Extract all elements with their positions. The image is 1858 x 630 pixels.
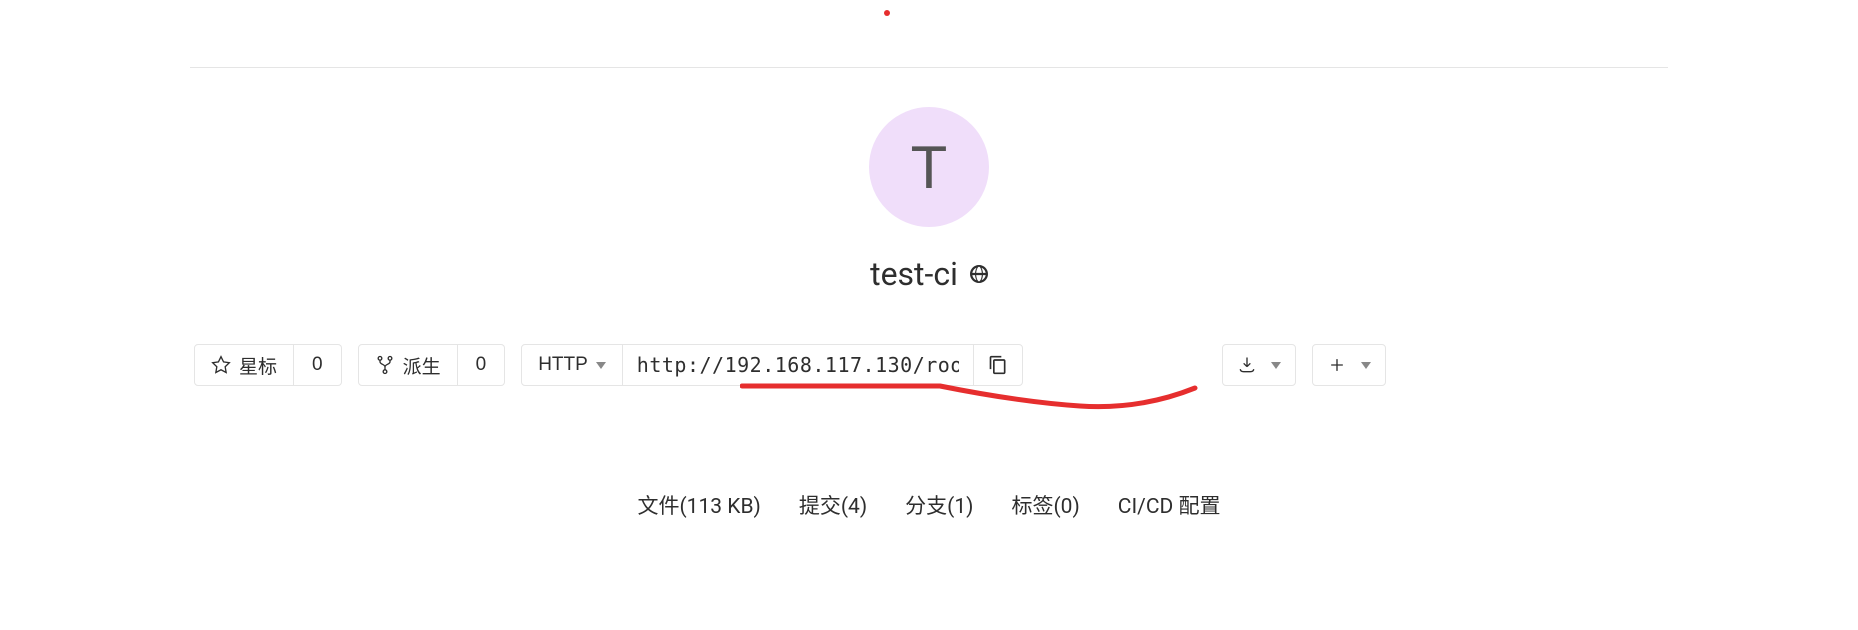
- stat-commits[interactable]: 提交(4): [799, 490, 867, 520]
- stat-branches[interactable]: 分支(1): [905, 490, 973, 520]
- project-header: T test-ci: [0, 107, 1858, 293]
- plus-icon: [1327, 355, 1347, 375]
- fork-icon: [375, 355, 395, 375]
- star-icon: [211, 355, 231, 375]
- star-group: 星标 0: [194, 344, 342, 386]
- star-count[interactable]: 0: [294, 344, 342, 386]
- clone-group: HTTP: [521, 344, 1023, 386]
- annotation-dot: [884, 10, 890, 16]
- project-name: test-ci: [870, 255, 958, 293]
- visibility-icon-wrap: [970, 265, 988, 283]
- copy-url-button[interactable]: [973, 344, 1023, 386]
- project-avatar: T: [869, 107, 989, 227]
- download-button[interactable]: [1222, 344, 1296, 386]
- stats-row: 文件(113 KB) 提交(4) 分支(1) 标签(0) CI/CD 配置: [0, 490, 1858, 520]
- top-divider: [190, 67, 1668, 68]
- star-label: 星标: [239, 352, 277, 379]
- protocol-label: HTTP: [538, 354, 588, 376]
- right-toolbar: [1222, 344, 1386, 386]
- fork-group: 派生 0: [358, 344, 506, 386]
- chevron-down-icon: [596, 362, 606, 369]
- red-annotation-underline: [740, 382, 1200, 422]
- globe-icon: [970, 265, 988, 283]
- stat-files[interactable]: 文件(113 KB): [637, 490, 760, 520]
- chevron-down-icon: [1361, 362, 1371, 369]
- project-name-row: test-ci: [870, 255, 988, 293]
- download-group: [1222, 344, 1296, 386]
- add-button[interactable]: [1312, 344, 1386, 386]
- avatar-letter: T: [911, 133, 948, 202]
- fork-button[interactable]: 派生: [358, 344, 458, 386]
- stat-tags[interactable]: 标签(0): [1011, 490, 1079, 520]
- stat-cicd[interactable]: CI/CD 配置: [1118, 490, 1221, 520]
- fork-count[interactable]: 0: [458, 344, 506, 386]
- protocol-dropdown[interactable]: HTTP: [521, 344, 623, 386]
- copy-icon: [988, 355, 1008, 375]
- add-group: [1312, 344, 1386, 386]
- chevron-down-icon: [1271, 362, 1281, 369]
- download-icon: [1237, 355, 1257, 375]
- star-button[interactable]: 星标: [194, 344, 294, 386]
- clone-url-input[interactable]: [623, 344, 973, 386]
- main-toolbar: 星标 0 派生 0 HTTP: [194, 344, 1023, 386]
- fork-label: 派生: [403, 352, 441, 379]
